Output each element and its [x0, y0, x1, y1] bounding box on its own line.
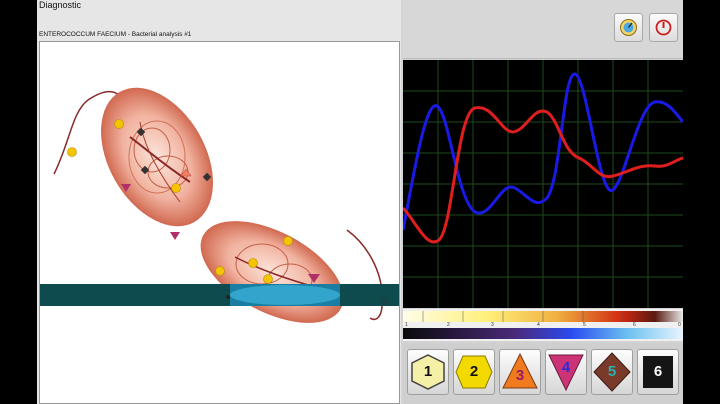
meter-icon	[620, 19, 637, 36]
level-1-button[interactable]: 1	[407, 349, 449, 395]
scale-tick: 6	[633, 322, 636, 328]
level-scale: 1 2 3 4 5 6 0	[403, 309, 683, 341]
specimen-panel: Diagnostic ENTEROCOCCUM FAECIUM - Bacter…	[37, 0, 401, 404]
level-number: 1	[423, 363, 433, 380]
level-3-button[interactable]: 3	[499, 349, 541, 395]
power-icon	[655, 19, 672, 36]
scale-tick: 1	[405, 322, 408, 328]
top-toolbar	[403, 0, 683, 59]
scale-tick: 3	[491, 322, 494, 328]
level-5-button[interactable]: 5	[591, 349, 633, 395]
specimen-caption: ENTEROCOCCUM FAECIUM - Bacterial analysi…	[39, 31, 192, 38]
scale-tick: 0	[678, 322, 681, 328]
level-number: 4	[561, 359, 571, 376]
scale-tick: 4	[537, 322, 540, 328]
bacterium-cell-upper	[101, 87, 213, 227]
level-4-button[interactable]: 4	[545, 349, 587, 395]
level-number: 5	[607, 363, 617, 380]
analysis-panel: 1 2 3 4 5 6 0 1 2 3 4 5 6	[401, 0, 683, 404]
power-button[interactable]	[649, 13, 678, 42]
level-number: 2	[469, 363, 479, 380]
specimen-view	[39, 41, 400, 404]
level-6-button[interactable]: 6	[637, 349, 679, 395]
bacterium-cell-lower	[200, 221, 344, 323]
signal-graph-canvas	[401, 60, 683, 308]
diagnostic-window: Diagnostic ENTEROCOCCUM FAECIUM - Bacter…	[37, 0, 683, 404]
specimen-image	[40, 87, 399, 323]
level-number: 6	[653, 363, 663, 380]
scale-tick: 5	[583, 322, 586, 328]
level-2-button[interactable]: 2	[453, 349, 495, 395]
signal-graph	[401, 60, 683, 308]
scan-band	[40, 284, 399, 306]
window-title: Diagnostic	[39, 0, 82, 10]
scale-tick: 2	[447, 322, 450, 328]
level-number: 3	[515, 367, 525, 384]
meter-button[interactable]	[614, 13, 643, 42]
level-selector: 1 2 3 4 5 6	[403, 343, 683, 404]
